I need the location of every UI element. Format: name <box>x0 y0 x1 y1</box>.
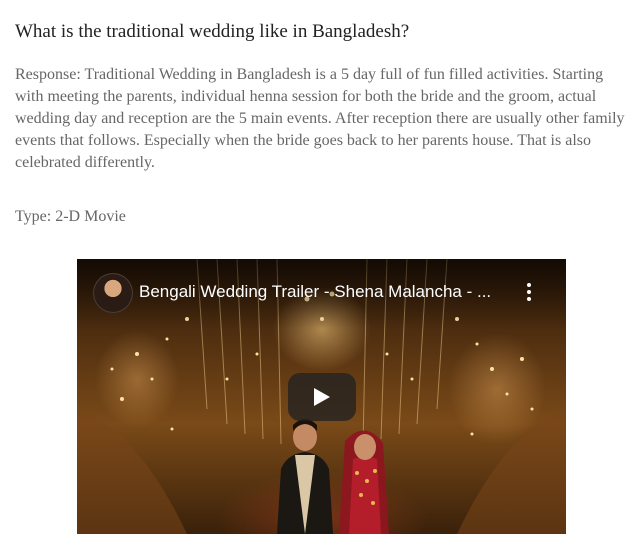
play-icon <box>314 388 330 406</box>
response-text: Response: Traditional Wedding in Banglad… <box>15 66 625 171</box>
type-label: Type: 2-D Movie <box>15 208 126 225</box>
question-heading: What is the traditional wedding like in … <box>15 21 410 42</box>
channel-avatar[interactable] <box>93 273 133 313</box>
play-button[interactable] <box>288 373 356 421</box>
more-vert-icon[interactable] <box>517 279 541 305</box>
video-player[interactable]: Bengali Wedding Trailer - Shena Malancha… <box>77 259 566 534</box>
video-title-link[interactable]: Bengali Wedding Trailer - Shena Malancha… <box>139 281 519 303</box>
